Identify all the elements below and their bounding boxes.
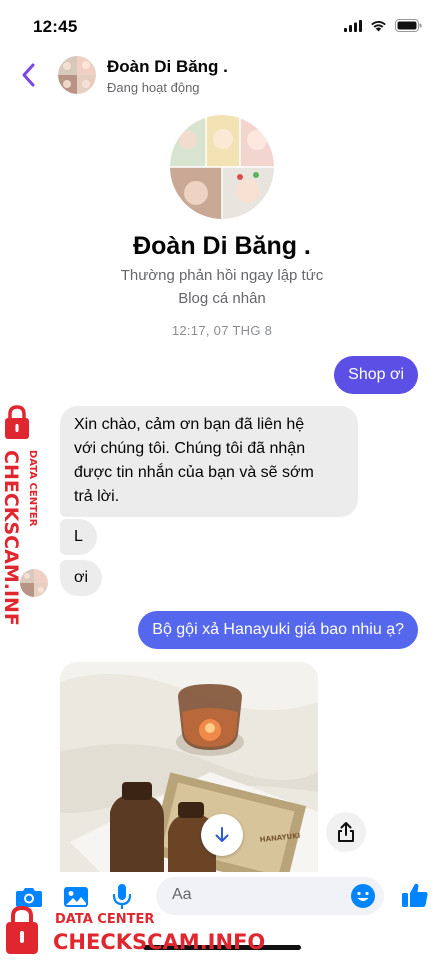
lock-icon: [5, 405, 29, 439]
contact-avatar[interactable]: [58, 56, 96, 94]
message-input-placeholder: Aa: [172, 886, 192, 903]
share-button[interactable]: [326, 812, 366, 852]
status-time: 12:45: [33, 17, 78, 36]
profile-avatar[interactable]: [170, 115, 274, 219]
activity-status: Đang hoạt động: [107, 80, 200, 95]
response-note: Thường phản hồi ngay lập tức: [120, 267, 324, 284]
watermark-vertical-top: DATA CENTER: [27, 450, 38, 527]
watermark-bottom: DATA CENTER CHECKSCAM.INFO: [6, 905, 265, 954]
message-outgoing[interactable]: Shop ơi: [334, 356, 418, 394]
message-line: Xin chào, cảm ơn bạn đã liên hệ: [74, 416, 305, 433]
message-incoming[interactable]: Xin chào, cảm ơn bạn đã liên hệ với chún…: [60, 406, 358, 517]
signal-icon: [344, 19, 362, 32]
profile-name: Đoàn Di Băng .: [133, 232, 311, 260]
like-button[interactable]: [400, 880, 430, 910]
status-icons: [344, 19, 422, 32]
download-button[interactable]: [201, 814, 243, 856]
status-bar: 12:45: [0, 0, 444, 50]
product-photo: HANAYUKI: [60, 662, 318, 872]
wifi-icon: [371, 20, 386, 31]
arrow-down-icon: [215, 827, 229, 842]
back-button[interactable]: [16, 60, 42, 90]
message-outgoing[interactable]: Bộ gội xả Hanayuki giá bao nhiu ạ?: [138, 611, 418, 649]
message-line: được tin nhắn của bạn và sẽ sớm: [74, 464, 314, 481]
lock-icon: [6, 905, 38, 954]
page-type: Blog cá nhân: [178, 290, 266, 307]
emoji-button[interactable]: [350, 883, 376, 909]
contact-name[interactable]: Đoàn Di Băng .: [107, 57, 228, 77]
conversation-timestamp: 12:17, 07 THG 8: [171, 323, 273, 338]
conversation-header: Đoàn Di Băng . Đang hoạt động: [0, 50, 444, 102]
chevron-left-icon: [22, 63, 35, 87]
message-incoming[interactable]: ơi: [60, 560, 103, 596]
battery-icon: [395, 19, 422, 32]
emoji-icon: [351, 884, 375, 908]
message-line: trả lời.: [74, 488, 120, 505]
watermark-bottom-top: DATA CENTER: [55, 912, 154, 927]
share-icon: [338, 822, 354, 842]
message-incoming[interactable]: L: [60, 519, 97, 555]
thumbs-up-icon: [402, 883, 428, 907]
watermark-vertical: CHECKSCAM.INFO DATA CENTER: [0, 405, 38, 625]
photo-attachment[interactable]: HANAYUKI: [60, 662, 318, 872]
watermark-bottom-main: CHECKSCAM.INFO: [53, 930, 265, 954]
message-line: với chúng tôi. Chúng tôi đã nhận: [74, 440, 306, 457]
watermark-vertical-main: CHECKSCAM.INFO: [0, 450, 22, 625]
